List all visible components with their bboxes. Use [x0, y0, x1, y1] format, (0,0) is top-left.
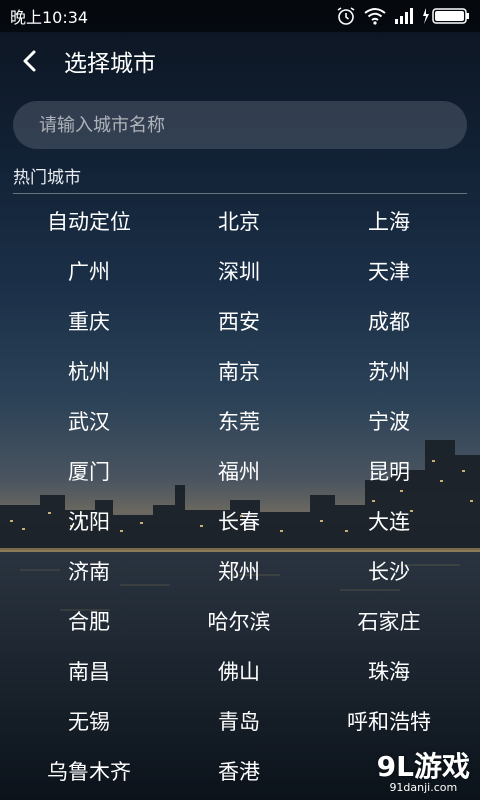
city-item[interactable]: 深圳 [164, 246, 314, 296]
section-divider [13, 193, 467, 194]
city-item[interactable]: 沈阳 [14, 496, 164, 546]
city-item[interactable]: 香港 [164, 746, 314, 796]
city-item[interactable]: 宁波 [314, 396, 464, 446]
city-item[interactable]: 南昌 [14, 646, 164, 696]
city-item[interactable]: 大连 [314, 496, 464, 546]
city-item[interactable]: 哈尔滨 [164, 596, 314, 646]
city-item[interactable]: 上海 [314, 196, 464, 246]
site-watermark: 9L游戏 91danji.com [377, 752, 470, 794]
city-item[interactable]: 乌鲁木齐 [14, 746, 164, 796]
city-item[interactable]: 呼和浩特 [314, 696, 464, 746]
city-item[interactable]: 苏州 [314, 346, 464, 396]
battery-charging-icon [423, 8, 469, 24]
back-button[interactable] [0, 32, 60, 90]
hot-cities-title: 热门城市 [13, 168, 81, 188]
wifi-icon [364, 8, 386, 25]
status-bar: 晚上10:34 [0, 0, 480, 32]
signal-icon [395, 8, 413, 24]
chevron-left-icon [23, 50, 36, 72]
city-item[interactable]: 天津 [314, 246, 464, 296]
city-item[interactable]: 杭州 [14, 346, 164, 396]
city-item[interactable]: 长沙 [314, 546, 464, 596]
page-title: 选择城市 [64, 51, 156, 77]
city-item[interactable]: 自动定位 [14, 196, 164, 246]
alarm-icon [337, 7, 355, 25]
city-item[interactable]: 武汉 [14, 396, 164, 446]
city-item[interactable]: 合肥 [14, 596, 164, 646]
city-item[interactable]: 西安 [164, 296, 314, 346]
status-time: 晚上10:34 [10, 8, 89, 27]
city-item[interactable]: 广州 [14, 246, 164, 296]
header: 选择城市 [0, 32, 480, 90]
city-item[interactable]: 东莞 [164, 396, 314, 446]
city-item[interactable]: 青岛 [164, 696, 314, 746]
city-item[interactable]: 重庆 [14, 296, 164, 346]
watermark-logo: 9L游戏 [376, 750, 470, 783]
city-item[interactable]: 郑州 [164, 546, 314, 596]
city-item[interactable]: 济南 [14, 546, 164, 596]
city-item[interactable]: 北京 [164, 196, 314, 246]
watermark-url: 91danji.com [389, 781, 458, 794]
city-item[interactable]: 珠海 [314, 646, 464, 696]
city-item[interactable]: 无锡 [14, 696, 164, 746]
city-item[interactable]: 长春 [164, 496, 314, 546]
status-icons [336, 6, 470, 26]
city-item[interactable]: 南京 [164, 346, 314, 396]
city-item[interactable]: 成都 [314, 296, 464, 346]
hot-city-grid: 自动定位 北京 上海 广州 深圳 天津 重庆 西安 成都 杭州 南京 苏州 武汉… [14, 196, 466, 796]
city-item[interactable]: 石家庄 [314, 596, 464, 646]
city-item[interactable]: 福州 [164, 446, 314, 496]
city-item[interactable]: 佛山 [164, 646, 314, 696]
city-item[interactable]: 厦门 [14, 446, 164, 496]
city-search-input[interactable] [13, 101, 467, 149]
city-item[interactable]: 昆明 [314, 446, 464, 496]
